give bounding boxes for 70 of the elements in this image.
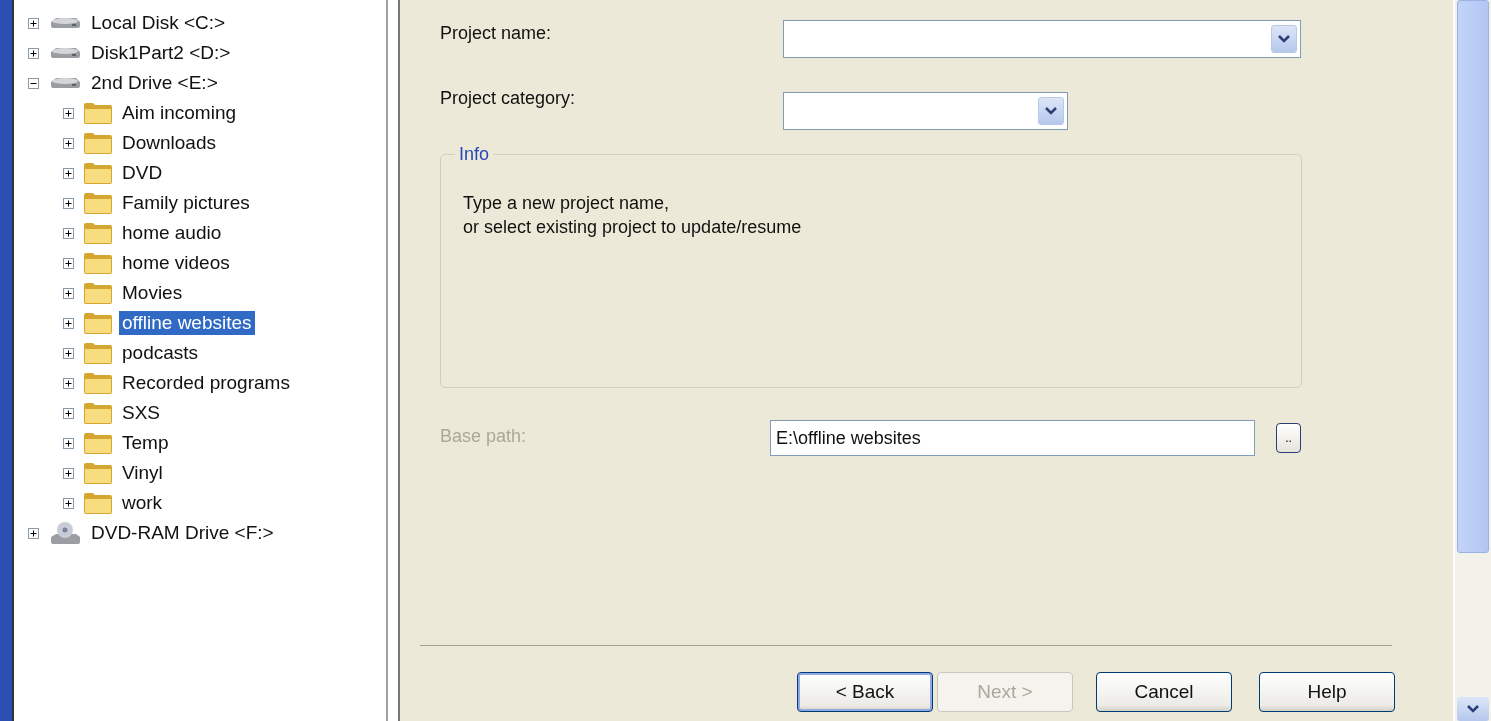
tree-item[interactable]: Vinyl [119,461,166,485]
hard-drive-icon [48,75,82,91]
expand-icon[interactable] [28,17,39,29]
tree-item[interactable]: home videos [119,251,233,275]
expand-icon[interactable] [63,197,74,209]
chevron-down-icon [1045,107,1057,115]
tree-item[interactable]: Movies [119,281,186,305]
dropdown-button[interactable] [1038,97,1064,125]
folder-icon [83,161,113,185]
expand-icon[interactable] [63,377,74,389]
folder-icon [83,371,113,395]
expand-icon[interactable] [63,257,74,269]
tree-item[interactable]: DVD [119,161,166,185]
dropdown-button[interactable] [1271,25,1297,53]
wizard-button[interactable]: < Back [797,672,933,712]
disc-drive-icon [48,520,82,546]
expand-icon[interactable] [63,167,74,179]
wizard-button[interactable]: Cancel [1096,672,1232,712]
expand-icon[interactable] [63,287,74,299]
tree-item[interactable]: Aim incoming [119,101,240,125]
tree-item[interactable]: SXS [119,401,164,425]
tree-item[interactable]: DVD-RAM Drive <F:> [88,521,277,545]
expand-icon[interactable] [63,347,74,359]
folder-icon [83,131,113,155]
tree-item[interactable]: work [119,491,166,515]
hard-drive-icon [48,15,82,31]
tree-item[interactable]: Local Disk <C:> [88,11,229,35]
wizard-button[interactable]: Help [1259,672,1395,712]
folder-icon [83,281,113,305]
folder-icon [83,401,113,425]
scroll-thumb[interactable] [1457,0,1489,553]
tree-item[interactable]: podcasts [119,341,202,365]
chevron-down-icon [1278,35,1290,43]
info-text: Type a new project name, or select existing project to update/resume [463,192,803,239]
expand-icon[interactable] [63,467,74,479]
folder-icon [83,431,113,455]
tree-item[interactable]: offline websites [119,311,255,335]
hard-drive-icon [48,45,82,61]
expand-icon[interactable] [63,437,74,449]
tree-item[interactable]: Temp [119,431,172,455]
expand-icon[interactable] [63,107,74,119]
expand-icon[interactable] [63,497,74,509]
tree-item[interactable]: home audio [119,221,225,245]
expand-icon[interactable] [63,407,74,419]
folder-icon [83,311,113,335]
folder-icon [83,341,113,365]
field-label: Project name: [440,22,553,44]
expand-icon[interactable] [63,137,74,149]
folder-icon [83,461,113,485]
tree-item[interactable]: 2nd Drive <E:> [88,71,221,95]
folder-icon [83,251,113,275]
chevron-down-icon [1467,705,1479,713]
collapse-icon[interactable] [28,77,39,89]
tree-item[interactable]: Disk1Part2 <D:> [88,41,234,65]
folder-icon [83,221,113,245]
group-title: Info [458,144,491,165]
expand-icon[interactable] [28,47,39,59]
field-label: Project category: [440,88,577,109]
folder-icon [83,101,113,125]
expand-icon[interactable] [63,227,74,239]
scrollbar[interactable] [1455,0,1491,721]
field-label: Base path: [440,425,528,447]
scroll-down-button[interactable] [1457,697,1489,721]
folder-icon [83,191,113,215]
tree-item[interactable]: Recorded programs [119,371,293,395]
tree-item[interactable]: Downloads [119,131,219,155]
expand-icon[interactable] [28,527,39,539]
folder-icon [83,491,113,515]
tree-item[interactable]: Family pictures [119,191,253,215]
expand-icon[interactable] [63,317,74,329]
